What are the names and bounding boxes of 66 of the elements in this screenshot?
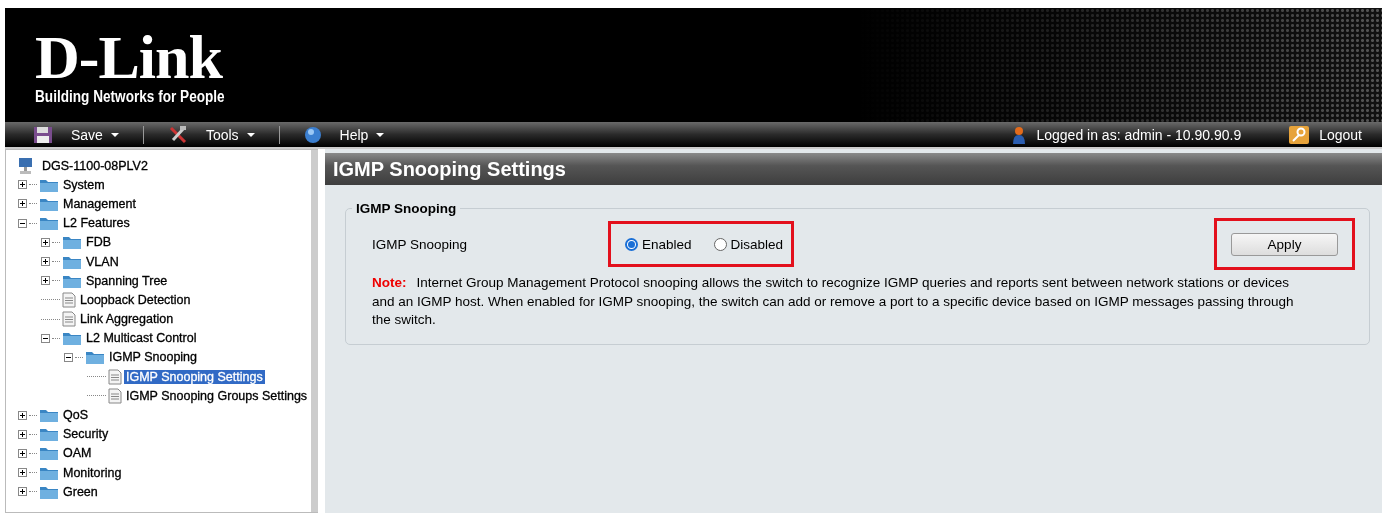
radio-button[interactable] <box>625 237 638 251</box>
tree-item[interactable]: Management <box>61 196 138 211</box>
radio-button[interactable] <box>713 237 727 251</box>
tree-item[interactable]: L2 Features <box>61 216 132 231</box>
caret-icon <box>376 132 385 137</box>
menu-button[interactable]: Save <box>23 122 129 147</box>
expand-icon[interactable] <box>18 448 27 458</box>
tree-item[interactable]: IGMP Snooping Settings <box>124 369 265 384</box>
tagline: Building Networks for People <box>35 88 225 106</box>
tree-item[interactable]: Monitoring <box>61 465 124 480</box>
tree-item[interactable]: FDB <box>84 235 113 250</box>
tree-item[interactable]: QoS <box>61 408 90 423</box>
document-icon <box>108 368 122 385</box>
expand-icon[interactable] <box>18 180 27 190</box>
menu-button[interactable]: Help <box>293 122 395 147</box>
folder-icon <box>39 407 59 424</box>
tree-item[interactable]: Security <box>61 427 111 442</box>
tree-item[interactable]: OAM <box>61 446 94 461</box>
expand-icon[interactable] <box>41 237 50 247</box>
tree-item[interactable]: Loopback Detection <box>78 292 193 307</box>
caret-icon <box>246 132 255 137</box>
logo: D-Link <box>35 28 222 86</box>
help-icon <box>303 125 322 144</box>
expand-icon[interactable] <box>18 487 27 497</box>
tree-item[interactable]: IGMP Snooping <box>107 350 200 365</box>
tree-item[interactable]: IGMP Snooping Groups Settings <box>124 388 310 403</box>
tree-item[interactable]: L2 Multicast Control <box>84 331 199 346</box>
radio-label[interactable]: Enabled <box>642 236 692 252</box>
expand-icon[interactable] <box>41 257 50 267</box>
folder-icon <box>39 426 59 443</box>
folder-icon <box>39 445 59 462</box>
collapse-icon[interactable] <box>41 333 50 343</box>
folder-icon <box>62 234 82 251</box>
tree-item[interactable]: Green <box>61 484 100 499</box>
user-icon <box>1012 125 1027 144</box>
apply-button[interactable]: Apply <box>1231 232 1338 256</box>
document-icon <box>62 291 76 308</box>
folder-icon <box>85 349 105 366</box>
folder-icon <box>39 215 59 232</box>
document-icon <box>62 311 76 328</box>
group-title: IGMP Snooping <box>355 201 458 216</box>
computer-icon <box>18 156 34 175</box>
expand-icon[interactable] <box>18 410 27 420</box>
note-text: Note: Internet Group Management Protocol snooping allows the switch to recognize IGMP queries and reports sent between network stations or devices and an IGMP host. When enabled for IGMP snooping, the switch can add or remove a port to a specific device based on IGMP messages passing through the switch. <box>372 274 1295 329</box>
tree-item[interactable]: VLAN <box>84 254 121 269</box>
expand-icon[interactable] <box>18 199 27 209</box>
login-status: Logged in as: admin - 10.90.90.9 <box>1036 126 1242 143</box>
folder-icon <box>62 330 82 347</box>
collapse-icon[interactable] <box>64 352 73 362</box>
expand-icon[interactable] <box>18 468 27 478</box>
tree-item[interactable]: Link Aggregation <box>78 312 176 327</box>
expand-icon[interactable] <box>18 429 27 439</box>
page-title: IGMP Snooping Settings <box>325 153 1382 185</box>
device-name: DGS-1100-08PLV2 <box>41 158 149 173</box>
field-label: IGMP Snooping <box>372 236 469 252</box>
document-icon <box>108 387 122 404</box>
expand-icon[interactable] <box>41 276 50 286</box>
menu-button[interactable]: Tools <box>157 122 265 147</box>
tree-item[interactable]: System <box>61 177 107 192</box>
collapse-icon[interactable] <box>18 218 27 228</box>
tools-icon <box>167 125 188 144</box>
tree-item[interactable]: Spanning Tree <box>84 273 170 288</box>
scrollbar[interactable] <box>311 150 318 512</box>
caret-icon <box>110 132 119 137</box>
radio-label[interactable]: Disabled <box>730 236 784 252</box>
logout-button[interactable]: Logout <box>1279 122 1372 147</box>
